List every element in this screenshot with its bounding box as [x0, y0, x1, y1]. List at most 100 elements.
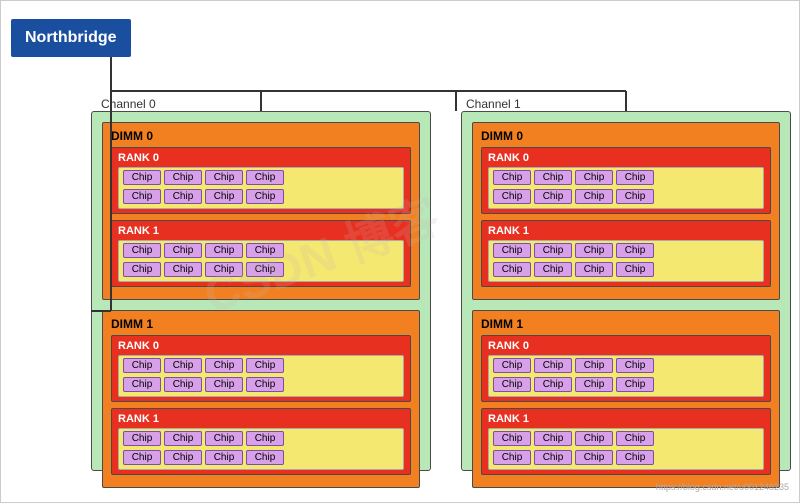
- chip: Chip: [616, 243, 654, 258]
- channel-0-dimm-1-rank-1-label: RANK 1: [118, 413, 404, 425]
- chip: Chip: [205, 262, 243, 277]
- chip: Chip: [493, 170, 531, 185]
- chip: Chip: [205, 189, 243, 204]
- chip-row: Chip Chip Chip Chip: [493, 450, 759, 465]
- channel-1-dimm-0-rank-0-label: RANK 0: [488, 152, 764, 164]
- chip: Chip: [246, 431, 284, 446]
- chip: Chip: [164, 262, 202, 277]
- chip: Chip: [616, 170, 654, 185]
- chip: Chip: [575, 262, 613, 277]
- chip: Chip: [534, 262, 572, 277]
- chip: Chip: [205, 243, 243, 258]
- channel-1-dimm-1: DIMM 1 RANK 0 Chip Chip Chip Chip Chip C…: [472, 310, 780, 488]
- chip: Chip: [575, 170, 613, 185]
- chip: Chip: [616, 377, 654, 392]
- chip: Chip: [246, 189, 284, 204]
- chip: Chip: [164, 358, 202, 373]
- channel-0-dimm-1-rank-1: RANK 1 Chip Chip Chip Chip Chip Chip Chi…: [111, 408, 411, 475]
- channel-0-dimm-1-rank-0: RANK 0 Chip Chip Chip Chip Chip Chip Chi…: [111, 335, 411, 402]
- northbridge-box: Northbridge: [11, 19, 131, 57]
- channel-1-container: DIMM 0 RANK 0 Chip Chip Chip Chip Chip C…: [461, 111, 791, 471]
- chip: Chip: [246, 450, 284, 465]
- channel-1-dimm-1-rank-1-label: RANK 1: [488, 413, 764, 425]
- chip-grid: Chip Chip Chip Chip Chip Chip Chip Chip: [118, 167, 404, 209]
- channel-0-dimm-0-rank-1: RANK 1 Chip Chip Chip Chip Chip Chip Chi…: [111, 220, 411, 287]
- chip: Chip: [534, 377, 572, 392]
- chip: Chip: [493, 450, 531, 465]
- chip-row: Chip Chip Chip Chip: [123, 358, 399, 373]
- chip: Chip: [164, 189, 202, 204]
- chip: Chip: [123, 262, 161, 277]
- chip-grid: Chip Chip Chip Chip Chip Chip Chip Chip: [118, 355, 404, 397]
- chip: Chip: [123, 243, 161, 258]
- chip: Chip: [123, 170, 161, 185]
- chip: Chip: [205, 450, 243, 465]
- chip-grid: Chip Chip Chip Chip Chip Chip Chip Chip: [488, 240, 764, 282]
- chip: Chip: [246, 262, 284, 277]
- chip: Chip: [123, 450, 161, 465]
- chip: Chip: [534, 358, 572, 373]
- chip: Chip: [616, 431, 654, 446]
- chip-row: Chip Chip Chip Chip: [123, 262, 399, 277]
- chip: Chip: [164, 431, 202, 446]
- channel-1-dimm-0-label: DIMM 0: [481, 129, 771, 143]
- chip: Chip: [616, 450, 654, 465]
- chip-row: Chip Chip Chip Chip: [123, 431, 399, 446]
- chip: Chip: [123, 431, 161, 446]
- chip: Chip: [534, 243, 572, 258]
- chip: Chip: [493, 189, 531, 204]
- channel-0-dimm-0-rank-0: RANK 0 Chip Chip Chip Chip Chip Chip Chi…: [111, 147, 411, 214]
- chip: Chip: [493, 431, 531, 446]
- channel-1-dimm-0-rank-1: RANK 1 Chip Chip Chip Chip Chip Chip Chi…: [481, 220, 771, 287]
- main-container: CSDN 博客 Northbridge Channel 0 Channel 1 …: [0, 0, 800, 503]
- chip: Chip: [205, 358, 243, 373]
- chip: Chip: [575, 243, 613, 258]
- channel-1-label: Channel 1: [466, 97, 521, 111]
- chip: Chip: [123, 358, 161, 373]
- channel-0-dimm-0: DIMM 0 RANK 0 Chip Chip Chip Chip Chip C…: [102, 122, 420, 300]
- chip: Chip: [493, 243, 531, 258]
- chip: Chip: [534, 450, 572, 465]
- chip: Chip: [575, 431, 613, 446]
- channel-0-dimm-0-label: DIMM 0: [111, 129, 411, 143]
- chip-row: Chip Chip Chip Chip: [123, 377, 399, 392]
- channel-0-container: DIMM 0 RANK 0 Chip Chip Chip Chip Chip C…: [91, 111, 431, 471]
- chip: Chip: [205, 377, 243, 392]
- channel-1-dimm-0: DIMM 0 RANK 0 Chip Chip Chip Chip Chip C…: [472, 122, 780, 300]
- chip-row: Chip Chip Chip Chip: [493, 377, 759, 392]
- chip: Chip: [246, 243, 284, 258]
- chip: Chip: [246, 358, 284, 373]
- chip: Chip: [575, 377, 613, 392]
- chip: Chip: [205, 431, 243, 446]
- chip: Chip: [616, 262, 654, 277]
- chip: Chip: [164, 450, 202, 465]
- channel-0-dimm-1-label: DIMM 1: [111, 317, 411, 331]
- chip: Chip: [164, 170, 202, 185]
- chip-row: Chip Chip Chip Chip: [493, 358, 759, 373]
- chip: Chip: [575, 358, 613, 373]
- chip-row: Chip Chip Chip Chip: [123, 243, 399, 258]
- chip: Chip: [123, 377, 161, 392]
- channel-0-dimm-1-rank-0-label: RANK 0: [118, 340, 404, 352]
- chip-grid: Chip Chip Chip Chip Chip Chip Chip Chip: [488, 355, 764, 397]
- chip: Chip: [534, 170, 572, 185]
- northbridge-label: Northbridge: [25, 29, 117, 46]
- chip-grid: Chip Chip Chip Chip Chip Chip Chip Chip: [118, 428, 404, 470]
- chip: Chip: [205, 170, 243, 185]
- chip: Chip: [123, 189, 161, 204]
- chip: Chip: [616, 358, 654, 373]
- url-watermark: https://blog.csdn.net/u001248235: [656, 482, 789, 492]
- chip: Chip: [493, 377, 531, 392]
- chip: Chip: [164, 377, 202, 392]
- channel-0-label: Channel 0: [101, 97, 156, 111]
- chip-grid: Chip Chip Chip Chip Chip Chip Chip Chip: [488, 167, 764, 209]
- chip-grid: Chip Chip Chip Chip Chip Chip Chip Chip: [488, 428, 764, 470]
- chip-row: Chip Chip Chip Chip: [123, 450, 399, 465]
- chip-row: Chip Chip Chip Chip: [493, 431, 759, 446]
- chip: Chip: [534, 431, 572, 446]
- chip-row: Chip Chip Chip Chip: [493, 170, 759, 185]
- chip: Chip: [493, 358, 531, 373]
- channel-1-dimm-0-rank-1-label: RANK 1: [488, 225, 764, 237]
- chip: Chip: [575, 189, 613, 204]
- chip: Chip: [246, 170, 284, 185]
